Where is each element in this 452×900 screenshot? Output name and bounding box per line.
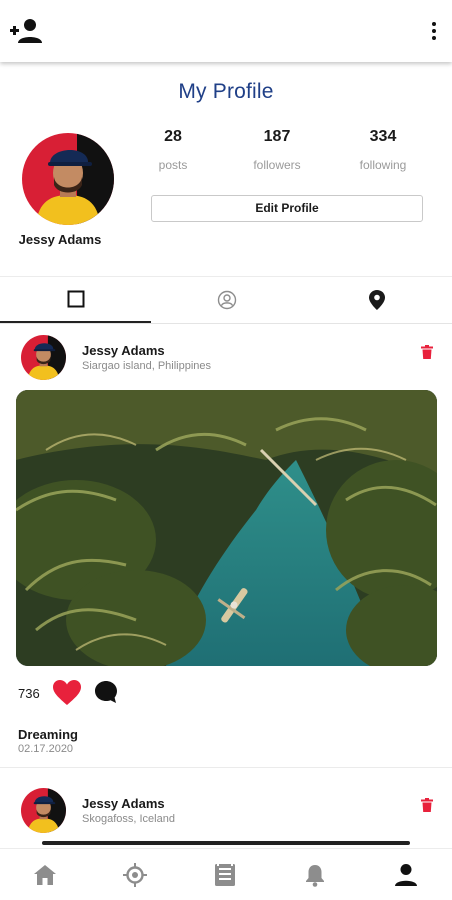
add-user-icon[interactable] [10, 17, 44, 45]
post-photo-edge [42, 841, 410, 845]
stat-value: 187 [263, 128, 291, 145]
post-avatar[interactable] [21, 335, 66, 380]
post-photo[interactable] [16, 390, 437, 666]
stat-label: following [359, 158, 407, 172]
user-circle-icon [217, 290, 236, 310]
bottom-navigation [0, 848, 452, 900]
more-vert-icon[interactable] [428, 18, 440, 44]
stat-label: followers [253, 158, 301, 172]
post-username[interactable]: Jessy Adams [82, 343, 165, 358]
home-icon [34, 865, 56, 885]
post-location[interactable]: Siargao island, Philippines [82, 360, 211, 372]
grid-square-icon [67, 290, 84, 308]
post-header: Jessy Adams Skogafoss, Iceland [0, 788, 452, 838]
tab-tagged[interactable] [151, 277, 302, 323]
bell-icon [306, 865, 324, 887]
profile-screen: My Profile Jessy Adams 28 posts 187 foll… [0, 0, 452, 900]
feed-icon [215, 863, 235, 886]
edit-profile-button[interactable]: Edit Profile [151, 195, 423, 222]
profile-avatar[interactable] [22, 133, 114, 225]
nav-feed[interactable] [180, 849, 270, 900]
stat-value: 28 [164, 128, 182, 145]
trash-icon[interactable] [421, 345, 433, 359]
top-app-bar [0, 0, 452, 62]
trash-icon[interactable] [421, 798, 433, 812]
stat-label: posts [158, 158, 188, 172]
comment-icon[interactable] [94, 680, 118, 704]
location-pin-icon [369, 290, 385, 310]
tab-places[interactable] [302, 277, 452, 323]
stat-value: 334 [369, 128, 397, 145]
tabs-divider [0, 323, 452, 324]
stat-following[interactable]: 334 following [338, 128, 428, 172]
post-date: 02.17.2020 [18, 743, 74, 755]
profile-name: Jessy Adams [18, 232, 102, 247]
stat-followers[interactable]: 187 followers [232, 128, 322, 172]
post-username[interactable]: Jessy Adams [82, 796, 165, 811]
post-avatar[interactable] [21, 788, 66, 833]
tab-grid[interactable] [0, 277, 151, 323]
profile-icon [395, 864, 417, 886]
page-title: My Profile [178, 80, 274, 103]
nav-profile[interactable] [360, 849, 452, 900]
post-header: Jessy Adams Siargao island, Philippines [0, 335, 452, 385]
post-caption: Dreaming [18, 727, 78, 742]
heart-icon[interactable] [53, 680, 81, 706]
nav-explore[interactable] [90, 849, 180, 900]
stat-posts[interactable]: 28 posts [128, 128, 218, 172]
post-divider [0, 767, 452, 768]
post-location[interactable]: Skogafoss, Iceland [82, 813, 175, 825]
profile-tabs [0, 276, 452, 324]
explore-icon [123, 863, 147, 887]
nav-notifications[interactable] [270, 849, 360, 900]
nav-home[interactable] [0, 849, 90, 900]
like-count: 736 [18, 686, 40, 701]
